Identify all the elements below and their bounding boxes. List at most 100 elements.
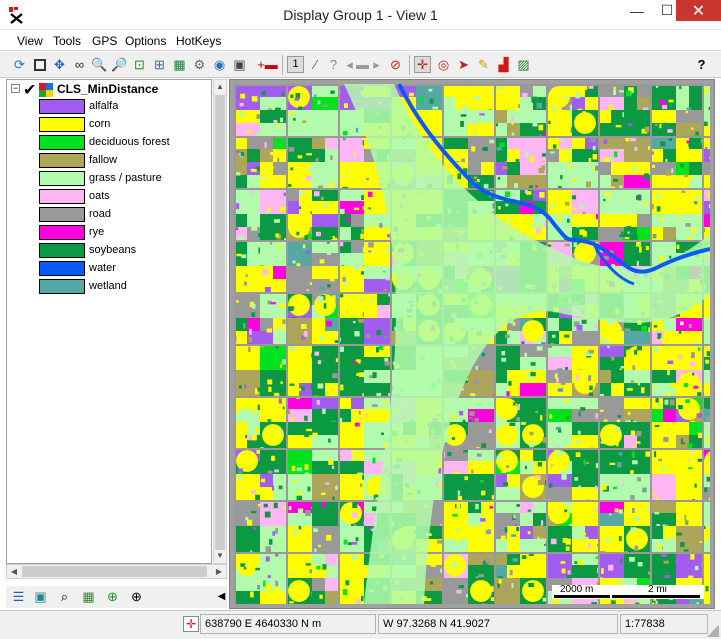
legend-item[interactable]: deciduous forest: [39, 134, 209, 152]
zoom-layer-icon[interactable]: ⊕: [128, 588, 145, 605]
legend-swatch: [39, 135, 85, 150]
query-icon[interactable]: ?: [325, 56, 342, 73]
image-icon[interactable]: ▨: [515, 56, 532, 73]
scroll-right-arrow-icon[interactable]: ▶: [212, 565, 226, 578]
pan-arrows-icon[interactable]: ✥: [51, 56, 68, 73]
menu-hotkeys[interactable]: HotKeys: [176, 34, 221, 48]
layer-list-icon[interactable]: ☰: [10, 588, 27, 605]
menu-tools[interactable]: Tools: [53, 34, 81, 48]
menu-bar: View Tools GPS Options HotKeys: [0, 31, 721, 51]
legend-tools: ☰ ▣ ⌕ ▦ ⊕ ⊕ ◀: [6, 586, 227, 608]
legend-swatch: [39, 153, 85, 168]
legend-swatch: [39, 99, 85, 114]
pointer-tool-icon[interactable]: ➤: [455, 56, 472, 73]
legend-swatch: [39, 207, 85, 222]
layer-visibility-checkbox[interactable]: ✔: [23, 80, 36, 100]
scrollbar-thumb[interactable]: [22, 566, 207, 577]
add-layer-icon[interactable]: +▬: [257, 56, 278, 73]
select-tool-icon[interactable]: 1: [287, 56, 304, 73]
scroll-up-arrow-icon[interactable]: ▲: [214, 80, 226, 94]
minimize-button[interactable]: —: [622, 0, 652, 21]
legend-item[interactable]: alfalfa: [39, 98, 209, 116]
menu-options[interactable]: Options: [125, 34, 166, 48]
forward-arrow-icon[interactable]: ▸: [368, 56, 385, 73]
layer-legend-panel: − ✔ CLS_MinDistance alfalfa corn deciduous…: [6, 79, 212, 564]
zoom-in-icon[interactable]: 🔍: [91, 56, 108, 73]
legend-horizontal-scrollbar[interactable]: ◀ ▶: [6, 564, 227, 579]
map-view-frame: 2000 m 2 mi: [229, 79, 715, 609]
close-button[interactable]: ✕: [676, 0, 721, 21]
legend-label: oats: [89, 190, 110, 202]
pencil-icon[interactable]: ✎: [475, 56, 492, 73]
title-bar: Display Group 1 - View 1 — ☐ ✕: [0, 0, 721, 30]
draw-line-icon[interactable]: ⁄: [307, 56, 324, 73]
toolbar-separator: [282, 55, 283, 75]
status-bar: ✛ 638790 E 4640330 N m W 97.3268 N 41.90…: [0, 610, 721, 639]
legend-swatch: [39, 117, 85, 132]
scroll-down-arrow-icon[interactable]: ▼: [214, 549, 226, 563]
geographic-coordinates: W 97.3268 N 41.9027: [378, 614, 618, 634]
binoculars-icon[interactable]: ∞: [71, 56, 88, 73]
legend-label: fallow: [89, 154, 118, 166]
coordinate-mode-icon[interactable]: ✛: [183, 616, 199, 632]
menu-view[interactable]: View: [17, 34, 43, 48]
legend-swatch: [39, 261, 85, 276]
legend-item[interactable]: oats: [39, 188, 209, 206]
layer-name[interactable]: CLS_MinDistance: [57, 82, 158, 96]
legend-item[interactable]: grass / pasture: [39, 170, 209, 188]
legend-label: deciduous forest: [89, 136, 170, 148]
scale-imperial-label: 2 mi: [648, 584, 667, 595]
scroll-left-arrow-icon[interactable]: ◀: [7, 565, 21, 578]
zoom-tool-icon[interactable]: ◎: [435, 56, 452, 73]
grid-icon[interactable]: ▦: [171, 56, 188, 73]
legend-label: water: [89, 262, 116, 274]
redraw-icon[interactable]: ⟳: [11, 56, 28, 73]
zoom-box-icon[interactable]: ⊡: [131, 56, 148, 73]
legend-swatch: [39, 171, 85, 186]
legend-label: corn: [89, 118, 111, 130]
legend-label: rye: [89, 226, 105, 238]
legend-swatch: [39, 279, 85, 294]
full-view-icon[interactable]: [31, 56, 48, 73]
legend-item[interactable]: water: [39, 260, 209, 278]
roam-tool-icon[interactable]: ✛: [414, 56, 431, 73]
zoom-to-layer-icon[interactable]: ⊞: [151, 56, 168, 73]
legend-label: wetland: [89, 280, 127, 292]
legend-label: alfalfa: [89, 100, 119, 112]
tools-icon[interactable]: ⚙: [191, 56, 208, 73]
legend-swatch: [39, 225, 85, 240]
legend-item[interactable]: wetland: [39, 278, 209, 296]
search-icon[interactable]: ⌕: [56, 588, 73, 605]
help-icon[interactable]: ?: [693, 56, 710, 73]
legend-item[interactable]: corn: [39, 116, 209, 134]
legend-item[interactable]: road: [39, 206, 209, 224]
classification-map[interactable]: [234, 84, 710, 604]
legend-item[interactable]: rye: [39, 224, 209, 242]
map-scale: 1:77838: [620, 614, 708, 634]
no-tool-icon[interactable]: ⊘: [387, 56, 404, 73]
collapse-toggle-icon[interactable]: −: [11, 84, 20, 93]
panel-collapse-arrow-icon[interactable]: ◀: [213, 588, 230, 605]
zoom-extent-icon[interactable]: ⊕: [104, 588, 121, 605]
utm-coordinates: 638790 E 4640330 N m: [200, 614, 376, 634]
layer-controls-icon[interactable]: ▣: [32, 588, 49, 605]
legend-label: soybeans: [89, 244, 137, 256]
legend-vertical-scrollbar[interactable]: ▲ ▼: [213, 79, 227, 564]
camera-icon[interactable]: ▣: [231, 56, 248, 73]
legend-swatch: [39, 243, 85, 258]
measure-icon[interactable]: ▟: [495, 56, 512, 73]
toolbar-separator: [409, 55, 410, 75]
scale-imperial-bar: [612, 595, 700, 598]
toolbar: ⟳ ✥ ∞ 🔍 🔎 ⊡ ⊞ ▦ ⚙ ◉ ▣ +▬ 1 ⁄ ? ◂ ▬ ▸ ⊘ ✛…: [0, 52, 721, 78]
menu-gps[interactable]: GPS: [92, 34, 117, 48]
legend-item[interactable]: soybeans: [39, 242, 209, 260]
zoom-out-icon[interactable]: 🔎: [111, 56, 128, 73]
legend-item[interactable]: fallow: [39, 152, 209, 170]
scrollbar-thumb[interactable]: [215, 95, 225, 550]
legend-swatch: [39, 189, 85, 204]
window-title: Display Group 1 - View 1: [283, 7, 438, 23]
scale-bar: 2000 m 2 mi: [552, 584, 704, 599]
resize-grip-icon[interactable]: [707, 625, 719, 637]
map-icon[interactable]: ▦: [80, 588, 97, 605]
globe-icon[interactable]: ◉: [211, 56, 228, 73]
